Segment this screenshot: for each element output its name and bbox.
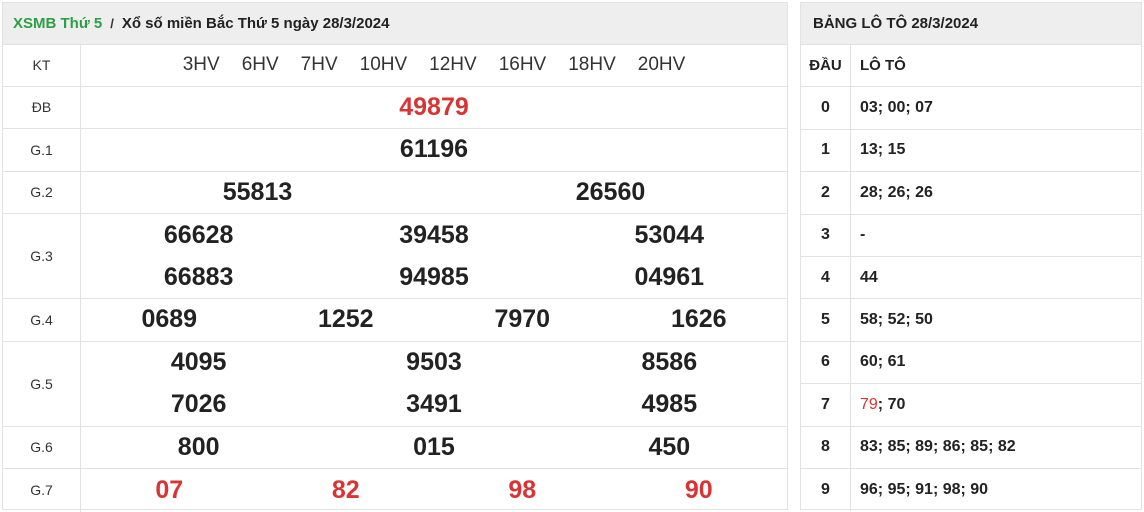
prize-g5-number: 7026 — [170, 390, 227, 418]
row-label-g2: G.2 — [3, 171, 81, 213]
prize-g7-number: 82 — [331, 475, 360, 504]
loto-row: 5 58; 52; 50 — [801, 299, 1141, 342]
loto-row: 3 - — [801, 214, 1141, 257]
prize-g6-number: 450 — [648, 432, 691, 461]
prize-g2-number: 26560 — [575, 177, 646, 206]
row-g1: G.1 61196 — [3, 129, 787, 172]
prize-g7-number: 90 — [684, 475, 713, 504]
row-label-g3: G.3 — [3, 214, 81, 298]
row-label-g4: G.4 — [3, 299, 81, 341]
loto-values: 28; 26; 26 — [860, 183, 933, 201]
prize-g5-number: 4095 — [170, 348, 227, 376]
prize-db-number: 49879 — [399, 92, 469, 121]
prize-g5-number: 9503 — [406, 348, 462, 376]
loto-dau: 8 — [801, 426, 851, 468]
loto-row: 8 83; 85; 89; 86; 85; 82 — [801, 426, 1141, 469]
loto-values: 03; 00; 07 — [860, 99, 933, 117]
row-db: ĐB 49879 — [3, 86, 787, 129]
kt-code: 16HV — [498, 54, 547, 76]
prize-g3-number: 66883 — [163, 262, 234, 291]
kt-code: 12HV — [429, 54, 477, 76]
row-label-g7: G.7 — [3, 469, 81, 512]
loto-values: 96; 95; 91; 98; 90 — [860, 481, 989, 499]
loto-dau: 3 — [801, 214, 851, 256]
kt-code: 7HV — [300, 54, 338, 76]
loto-values: 44 — [860, 268, 878, 286]
loto-values: 60; 61 — [860, 353, 906, 371]
row-label-g5: G.5 — [3, 341, 81, 426]
page-title: Xổ số miền Bắc Thứ 5 ngày 28/3/2024 — [121, 15, 390, 32]
loto-header-row: ĐẦU LÔ TÔ — [801, 45, 1141, 88]
row-kt: KT 3HV 6HV 7HV 10HV 12HV 16HV 18HV 20HV — [3, 45, 787, 87]
loto-row: 6 60; 61 — [801, 341, 1141, 385]
results-panel: XSMB Thứ 5 / Xổ số miền Bắc Thứ 5 ngày 2… — [2, 2, 788, 512]
loto-col-dau: ĐẦU — [801, 45, 851, 87]
kt-code: 3HV — [182, 54, 220, 76]
kt-code: 18HV — [568, 54, 616, 76]
loto-values-rest: ; 70 — [877, 395, 906, 413]
prize-g7-number: 07 — [155, 475, 184, 504]
loto-dau: 1 — [801, 129, 851, 172]
loto-dau: 9 — [801, 468, 851, 512]
kt-codes: 3HV 6HV 7HV 10HV 12HV 16HV 18HV 20HV — [81, 45, 787, 86]
prize-g7-number: 98 — [508, 475, 537, 504]
row-g2: G.2 55813 26560 — [3, 171, 787, 214]
loto-title: BẢNG LÔ TÔ 28/3/2024 — [801, 3, 1141, 45]
row-g7: G.7 07 82 98 90 — [3, 469, 787, 512]
row-g5: G.5 4095 9503 8586 7026 3491 4985 — [3, 341, 787, 427]
loto-values: - — [860, 226, 866, 244]
loto-special-value: 79 — [860, 395, 878, 413]
loto-values: 13; 15 — [860, 141, 906, 159]
prize-g2-number: 55813 — [222, 177, 293, 206]
prize-g4-number: 1252 — [317, 305, 374, 334]
row-g3: G.3 66628 39458 53044 66883 94985 04961 — [3, 214, 787, 299]
row-g4: G.4 0689 1252 7970 1626 — [3, 299, 787, 342]
prize-g5-number: 4985 — [641, 390, 698, 418]
row-label-g6: G.6 — [3, 426, 81, 468]
breadcrumb-separator: / — [110, 16, 114, 31]
prize-g6-number: 015 — [413, 432, 455, 461]
row-label-kt: KT — [3, 45, 81, 86]
breadcrumb-link-xsmb-thu5[interactable]: XSMB Thứ 5 — [13, 15, 102, 32]
loto-panel: BẢNG LÔ TÔ 28/3/2024 ĐẦU LÔ TÔ 0 03; 00;… — [800, 2, 1142, 512]
loto-values: 79; 70 — [851, 384, 1141, 425]
breadcrumb: XSMB Thứ 5 / Xổ số miền Bắc Thứ 5 ngày 2… — [3, 3, 787, 45]
loto-col-loto: LÔ TÔ — [860, 57, 906, 75]
prize-g3-number: 94985 — [399, 262, 469, 291]
prize-g6-number: 800 — [177, 432, 220, 461]
loto-dau: 6 — [801, 341, 851, 384]
loto-values: 58; 52; 50 — [860, 311, 933, 329]
prize-g3-number: 53044 — [634, 220, 705, 249]
prize-g4-number: 0689 — [141, 305, 198, 334]
kt-code: 20HV — [637, 54, 686, 76]
prize-g3-number: 39458 — [399, 220, 469, 249]
loto-row: 1 13; 15 — [801, 129, 1141, 173]
prize-g1-number: 61196 — [399, 135, 469, 164]
kt-code: 10HV — [359, 54, 408, 76]
prize-g3-number: 04961 — [634, 262, 705, 291]
row-label-db: ĐB — [3, 86, 81, 128]
row-g6: G.6 800 015 450 — [3, 426, 787, 469]
loto-row: 0 03; 00; 07 — [801, 87, 1141, 130]
prize-g4-number: 1626 — [670, 305, 727, 334]
prize-g4-number: 7970 — [494, 305, 551, 334]
kt-code: 6HV — [241, 54, 279, 76]
loto-row: 9 96; 95; 91; 98; 90 — [801, 468, 1141, 512]
prize-g5-number: 3491 — [406, 390, 462, 418]
loto-dau: 2 — [801, 172, 851, 214]
loto-row: 7 79; 70 — [801, 384, 1141, 427]
loto-dau: 5 — [801, 299, 851, 341]
loto-dau: 4 — [801, 256, 851, 299]
loto-dau: 0 — [801, 87, 851, 129]
prize-g3-number: 66628 — [163, 220, 234, 249]
loto-dau: 7 — [801, 384, 851, 426]
loto-row: 4 44 — [801, 256, 1141, 300]
prize-g5-number: 8586 — [641, 348, 698, 376]
row-label-g1: G.1 — [3, 129, 81, 171]
loto-row: 2 28; 26; 26 — [801, 172, 1141, 215]
loto-values: 83; 85; 89; 86; 85; 82 — [860, 438, 1016, 456]
